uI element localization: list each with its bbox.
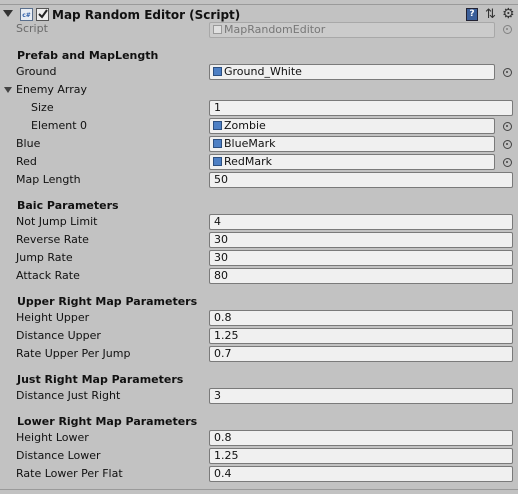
not-jump-limit-label: Not Jump Limit [16, 215, 98, 228]
enemy-array-label[interactable]: Enemy Array [16, 82, 87, 98]
height-lower-label: Height Lower [16, 431, 89, 444]
distance-just-input[interactable]: 3 [209, 388, 513, 404]
script-label: Script [16, 22, 48, 35]
not-jump-limit-input[interactable]: 4 [209, 214, 513, 230]
script-asset-icon [213, 25, 222, 34]
height-upper-input[interactable]: 0.8 [209, 310, 513, 326]
map-length-label: Map Length [16, 173, 81, 186]
jump-rate-label: Jump Rate [16, 251, 73, 264]
distance-lower-input[interactable]: 1.25 [209, 448, 513, 464]
preset-sliders-icon[interactable]: ⇅ [485, 7, 496, 22]
blue-label: Blue [16, 137, 41, 150]
section-title-just: Just Right Map Parameters [17, 373, 184, 386]
divider [0, 489, 518, 490]
distance-just-label: Distance Just Right [16, 389, 121, 402]
red-label: Red [16, 155, 37, 168]
prefab-cube-icon [213, 121, 222, 130]
object-picker-icon[interactable] [503, 25, 512, 34]
rate-lower-label: Rate Lower Per Flat [16, 467, 123, 480]
inspector-panel: c# Map Random Editor (Script) ? ⇅ ⚙ Scri… [0, 0, 518, 494]
foldout-arrow-icon[interactable] [4, 87, 12, 93]
prefab-cube-icon [213, 157, 222, 166]
gear-icon[interactable]: ⚙ [502, 6, 515, 22]
script-field[interactable]: MapRandomEditor [209, 22, 495, 38]
ground-field[interactable]: Ground_White [209, 64, 495, 80]
prefab-cube-icon [213, 67, 222, 76]
prefab-cube-icon [213, 139, 222, 148]
reverse-rate-label: Reverse Rate [16, 233, 89, 246]
attack-rate-label: Attack Rate [16, 269, 80, 282]
reverse-rate-input[interactable]: 30 [209, 232, 513, 248]
element0-value: Zombie [224, 119, 266, 132]
size-input[interactable]: 1 [209, 100, 513, 116]
script-field-value: MapRandomEditor [224, 23, 326, 36]
ground-value: Ground_White [224, 65, 302, 78]
object-picker-icon[interactable] [503, 122, 512, 131]
blue-field[interactable]: BlueMark [209, 136, 495, 152]
blue-value: BlueMark [224, 137, 276, 150]
height-lower-input[interactable]: 0.8 [209, 430, 513, 446]
rate-upper-label: Rate Upper Per Jump [16, 347, 131, 360]
red-field[interactable]: RedMark [209, 154, 495, 170]
distance-upper-label: Distance Upper [16, 329, 101, 342]
element0-label: Element 0 [31, 119, 88, 132]
object-picker-icon[interactable] [503, 140, 512, 149]
section-title-lower: Lower Right Map Parameters [17, 415, 198, 428]
component-title: Map Random Editor (Script) [52, 8, 241, 22]
distance-lower-label: Distance Lower [16, 449, 101, 462]
element0-field[interactable]: Zombie [209, 118, 495, 134]
enabled-checkbox[interactable] [36, 8, 49, 21]
ground-label: Ground [16, 65, 57, 78]
object-picker-icon[interactable] [503, 158, 512, 167]
size-label: Size [31, 101, 54, 114]
rate-upper-input[interactable]: 0.7 [209, 346, 513, 362]
map-length-input[interactable]: 50 [209, 172, 513, 188]
section-title-basic: Baic Parameters [17, 199, 119, 212]
section-title-upper: Upper Right Map Parameters [17, 295, 198, 308]
red-value: RedMark [224, 155, 273, 168]
script-component-icon: c# [20, 8, 33, 21]
jump-rate-input[interactable]: 30 [209, 250, 513, 266]
help-book-icon[interactable]: ? [466, 8, 478, 21]
height-upper-label: Height Upper [16, 311, 90, 324]
attack-rate-input[interactable]: 80 [209, 268, 513, 284]
rate-lower-input[interactable]: 0.4 [209, 466, 513, 482]
foldout-arrow-icon[interactable] [3, 10, 13, 17]
object-picker-icon[interactable] [503, 68, 512, 77]
distance-upper-input[interactable]: 1.25 [209, 328, 513, 344]
section-title-prefab: Prefab and MapLength [17, 49, 159, 62]
